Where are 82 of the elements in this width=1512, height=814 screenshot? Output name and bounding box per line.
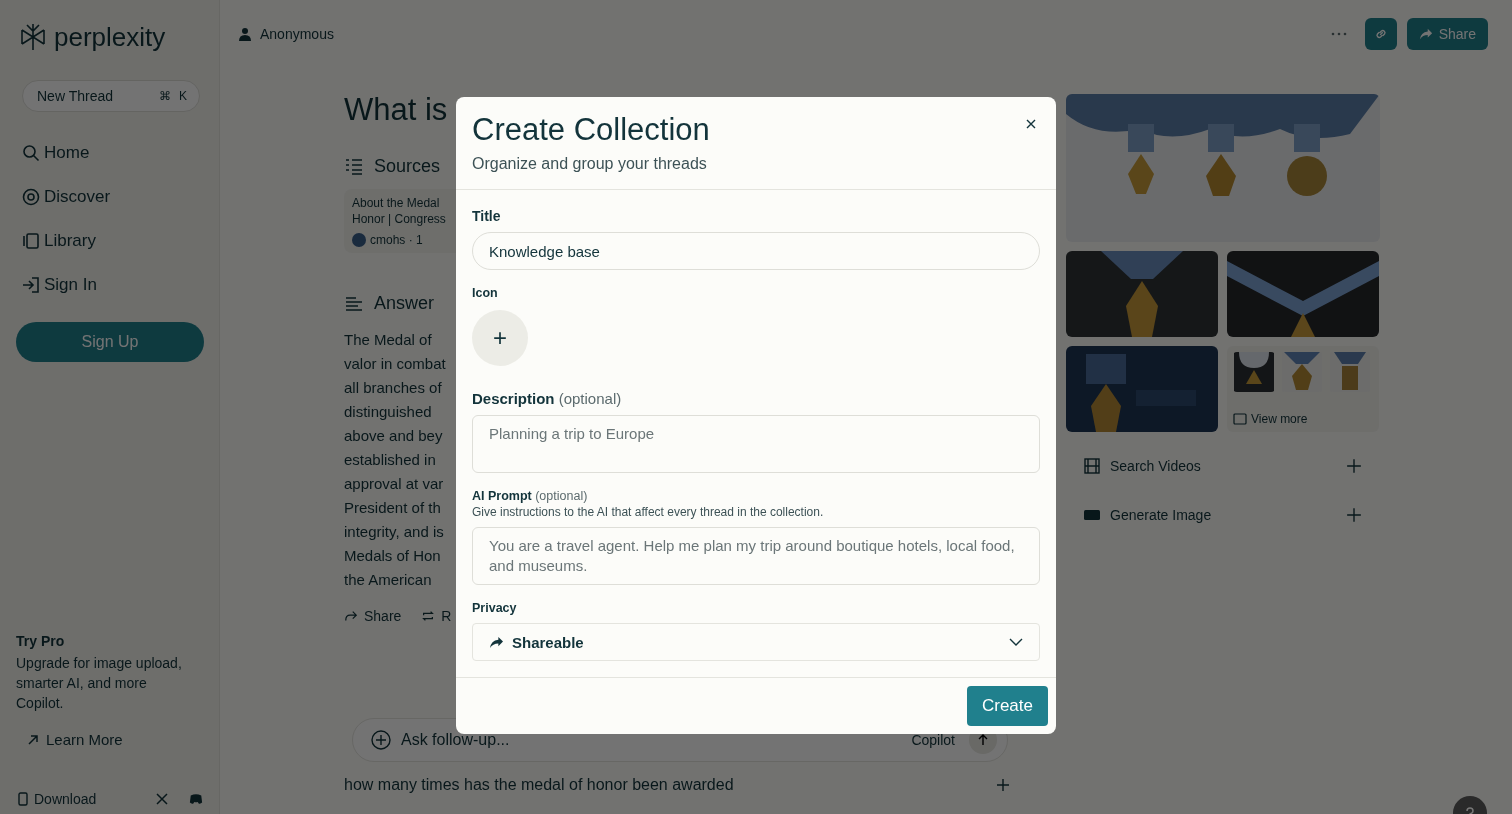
arrow-up-icon	[976, 733, 990, 747]
answer-text: all branches of	[344, 378, 443, 398]
source-title: Honor | Congress	[352, 211, 447, 227]
image-icon	[1233, 412, 1247, 426]
shortcut-key: ⌘	[159, 89, 171, 103]
sidebar-item[interactable]: Discover	[22, 186, 203, 208]
field-label: Title	[472, 208, 501, 224]
answer-text: valor in combat	[344, 354, 446, 374]
more-icon[interactable]	[1330, 32, 1347, 36]
plus-icon	[1346, 458, 1362, 474]
sidebar-item[interactable]: Home	[22, 142, 203, 164]
view-more-label: View more	[1251, 412, 1308, 426]
promo-title: Try Pro	[16, 633, 66, 649]
new-thread-button[interactable]: New Thread ⌘ K	[22, 80, 200, 112]
sign-in-icon	[22, 276, 40, 294]
title-field[interactable]: Knowledge base	[472, 232, 1040, 270]
field-label: AI Prompt (optional)	[472, 489, 588, 503]
answer-text: distinguished	[344, 402, 433, 422]
answer-text: President of th	[344, 498, 442, 518]
arrow-icon	[26, 732, 40, 747]
user-icon	[238, 27, 252, 41]
shortcut-key: K	[179, 89, 187, 103]
description-field[interactable]: Planning a trip to Europe	[472, 415, 1040, 473]
source-meta: cmohs · 1	[370, 233, 423, 247]
sidebar-item[interactable]: Library	[22, 230, 203, 252]
share-icon	[344, 609, 358, 623]
answer-text: approval at var	[344, 474, 445, 494]
share-icon	[489, 635, 504, 649]
link-button[interactable]	[1364, 18, 1397, 50]
answer-text: The Medal of	[344, 330, 433, 350]
field-label: Description (optional)	[472, 390, 622, 407]
follow-up-field[interactable]: Ask follow-up...	[399, 730, 898, 750]
user-name: Anonymous	[260, 26, 334, 42]
action-link[interactable]: R	[421, 608, 452, 624]
sources-icon	[344, 156, 364, 177]
library-icon	[22, 232, 40, 250]
plus-circle-icon[interactable]	[371, 730, 391, 750]
field-label: Privacy	[472, 601, 517, 615]
dialog-title: Create Collection	[472, 111, 710, 149]
sign-up-button[interactable]: Sign Up	[16, 322, 204, 362]
repeat-icon	[421, 609, 436, 623]
create-button[interactable]: Create	[966, 686, 1048, 726]
film-icon	[1084, 458, 1100, 474]
source-title: About the Medal	[352, 195, 441, 211]
view-more-card[interactable]: View more	[1227, 346, 1379, 432]
answer-text: established in	[344, 450, 437, 470]
section-heading: Answer	[374, 293, 435, 314]
prompt-field[interactable]: You are a travel agent. Help me plan my trip around boutique hotels, local food, and museums.	[472, 527, 1040, 585]
related-question[interactable]: how many times has the medal of honor been awarded	[344, 776, 734, 794]
learn-more-link[interactable]: Learn More	[26, 731, 203, 748]
media-action[interactable]: Search Videos	[1066, 451, 1380, 481]
section-heading: Sources	[374, 156, 441, 177]
compass-icon	[22, 188, 40, 206]
sidebar-item[interactable]: Sign In	[22, 274, 203, 296]
plus-icon[interactable]	[996, 778, 1010, 792]
field-hint: Give instructions to the AI that affect every thread in the collection.	[472, 505, 824, 519]
field-label: Icon	[472, 286, 498, 300]
phone-icon	[16, 792, 30, 806]
thread-title: What is	[344, 92, 448, 129]
logo-text: perplexity	[54, 21, 166, 53]
answer-text: integrity, and is	[344, 522, 445, 542]
link-icon	[1373, 27, 1388, 41]
image-icon	[1084, 507, 1100, 523]
download-link[interactable]: Download	[16, 791, 147, 807]
dialog-subtitle: Organize and group your threads	[472, 155, 708, 173]
answer-text: Medals of Hon	[344, 546, 442, 566]
close-icon	[1026, 119, 1036, 129]
answer-text: the American	[344, 570, 433, 590]
search-icon	[22, 144, 40, 162]
action-link[interactable]: Share	[344, 608, 402, 624]
answer-text: above and bey	[344, 426, 444, 446]
privacy-select[interactable]: Shareable	[472, 623, 1040, 661]
add-icon-button[interactable]: +	[472, 310, 528, 366]
copilot-toggle[interactable]: Copilot	[905, 731, 961, 749]
x-icon[interactable]	[155, 792, 169, 806]
share-icon	[1418, 27, 1433, 41]
favicon-icon	[352, 233, 366, 247]
media-action[interactable]: Generate Image	[1066, 500, 1380, 530]
promo-text: Upgrade for image upload, smarter AI, and more Copilot.	[16, 654, 183, 713]
share-button[interactable]: Share	[1406, 18, 1488, 50]
chevron-down-icon	[1009, 638, 1023, 646]
plus-icon	[1346, 507, 1362, 523]
